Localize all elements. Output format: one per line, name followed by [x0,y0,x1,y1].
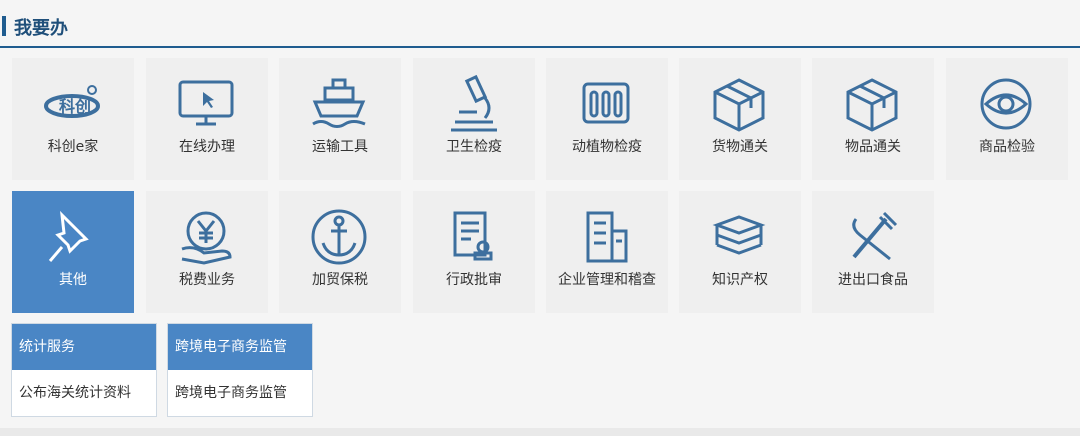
tile-bonded[interactable]: 加贸保税 [279,191,401,313]
tile-label: 行政批审 [446,272,502,288]
fork-knife-icon [852,211,898,261]
tile-label: 其他 [59,272,87,288]
tile-label: 企业管理和稽查 [558,272,656,288]
header-accent-bar [2,16,6,36]
tile-label: 进出口食品 [838,272,908,288]
section-title: 我要办 [14,18,68,39]
monitor-icon [178,80,234,126]
section-header: 我要办 [0,0,1080,48]
tile-admin-approval[interactable]: 行政批审 [413,191,535,313]
building-icon [586,211,628,263]
tile-label: 科创e家 [47,139,99,155]
box-icon [713,78,765,132]
tile-enterprise[interactable]: 企业管理和稽查 [546,191,668,313]
svg-text:科创: 科创 [59,97,91,116]
tile-kechuang[interactable]: 科创 科创e家 [12,58,134,180]
tile-commodity-inspection[interactable]: 商品检验 [946,58,1068,180]
tile-other[interactable]: 其他 [12,191,134,313]
package-icon [846,78,898,132]
tile-health-quarantine[interactable]: 卫生检疫 [413,58,535,180]
eye-icon [980,78,1032,130]
tile-label: 动植物检疫 [572,139,642,155]
service-card-ecommerce: 跨境电子商务监管 跨境电子商务监管 [167,323,313,417]
service-header[interactable]: 统计服务 [12,324,156,370]
document-stamp-icon [453,211,493,261]
service-link[interactable]: 跨境电子商务监管 [168,370,312,416]
tile-goods-clearance[interactable]: 货物通关 [679,58,801,180]
tile-tax[interactable]: 税费业务 [146,191,268,313]
pushpin-icon [48,210,89,262]
tile-label: 知识产权 [712,272,768,288]
tile-animal-plant[interactable]: 动植物检疫 [546,58,668,180]
tile-label: 加贸保税 [312,272,368,288]
tile-articles-clearance[interactable]: 物品通关 [812,58,934,180]
tile-label: 在线办理 [179,139,235,155]
service-card-statistics: 统计服务 公布海关统计资料 [11,323,157,417]
kechuang-logo-icon: 科创 [44,85,100,118]
service-link[interactable]: 公布海关统计资料 [12,370,156,416]
microscope-icon [451,74,497,132]
yen-hand-icon [181,211,232,265]
tile-ip[interactable]: 知识产权 [679,191,801,313]
tile-online[interactable]: 在线办理 [146,58,268,180]
tile-label: 物品通关 [845,139,901,155]
tile-label: 货物通关 [712,139,768,155]
page-bottom-strip [0,428,1080,436]
anchor-icon [311,209,367,265]
tile-label: 商品检验 [979,139,1035,155]
service-header[interactable]: 跨境电子商务监管 [168,324,312,370]
ship-icon [312,78,366,128]
tile-food[interactable]: 进出口食品 [812,191,934,313]
test-tubes-icon [582,82,630,124]
tile-transport[interactable]: 运输工具 [279,58,401,180]
tile-label: 税费业务 [179,272,235,288]
tile-label: 卫生检疫 [446,139,502,155]
books-icon [712,215,766,255]
tile-label: 运输工具 [312,139,368,155]
